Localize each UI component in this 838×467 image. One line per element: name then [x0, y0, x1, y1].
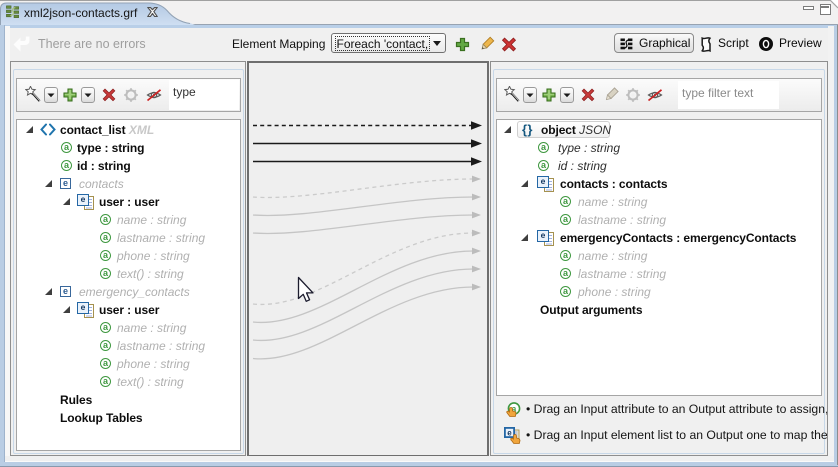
svg-text:e: e: [507, 429, 512, 438]
